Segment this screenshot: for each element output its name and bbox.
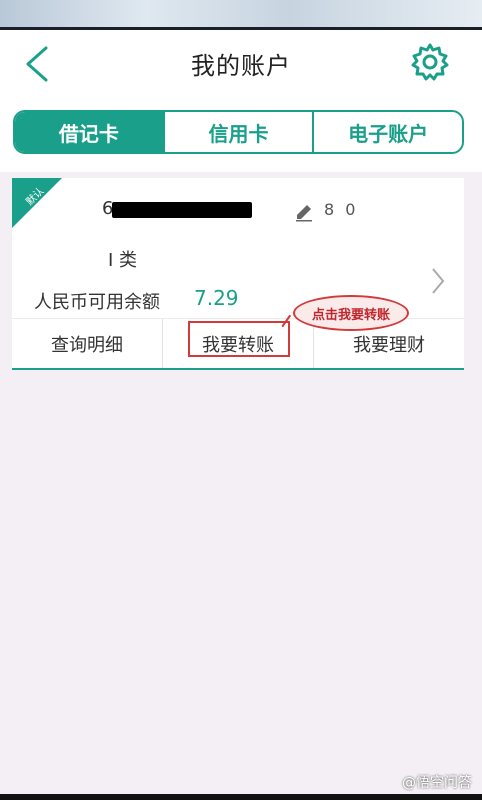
card-class: I 类 xyxy=(108,250,138,271)
card-alias: 8 0 xyxy=(324,200,359,219)
status-strip xyxy=(0,0,482,30)
gear-icon[interactable] xyxy=(410,42,450,82)
bottom-bar xyxy=(0,794,482,800)
watermark: @悟空问答 xyxy=(402,775,472,791)
query-details-button[interactable]: 查询明细 xyxy=(12,319,162,368)
header: 我的账户 xyxy=(0,30,482,100)
tab-electronic-account[interactable]: 电子账户 xyxy=(312,112,462,152)
chevron-right-icon[interactable] xyxy=(430,266,446,296)
card-number-redaction xyxy=(112,202,252,218)
balance-value: 7.29 xyxy=(194,286,239,310)
transfer-highlight-box xyxy=(188,321,290,357)
card-type-tabs: 借记卡 信用卡 电子账户 xyxy=(13,110,464,154)
annotation-callout: 点击我要转账 xyxy=(293,295,409,331)
balance-label: 人民币可用余额 xyxy=(34,292,160,313)
tabs-container: 借记卡 信用卡 电子账户 xyxy=(0,100,482,172)
tab-debit-card[interactable]: 借记卡 xyxy=(15,112,163,152)
tab-credit-card[interactable]: 信用卡 xyxy=(162,112,313,152)
account-card[interactable]: 默认 6 8 0 I 类 人民币可用余额 7.29 查询明细 我要转账 我要理财 xyxy=(12,178,464,370)
edit-icon[interactable] xyxy=(294,202,314,222)
